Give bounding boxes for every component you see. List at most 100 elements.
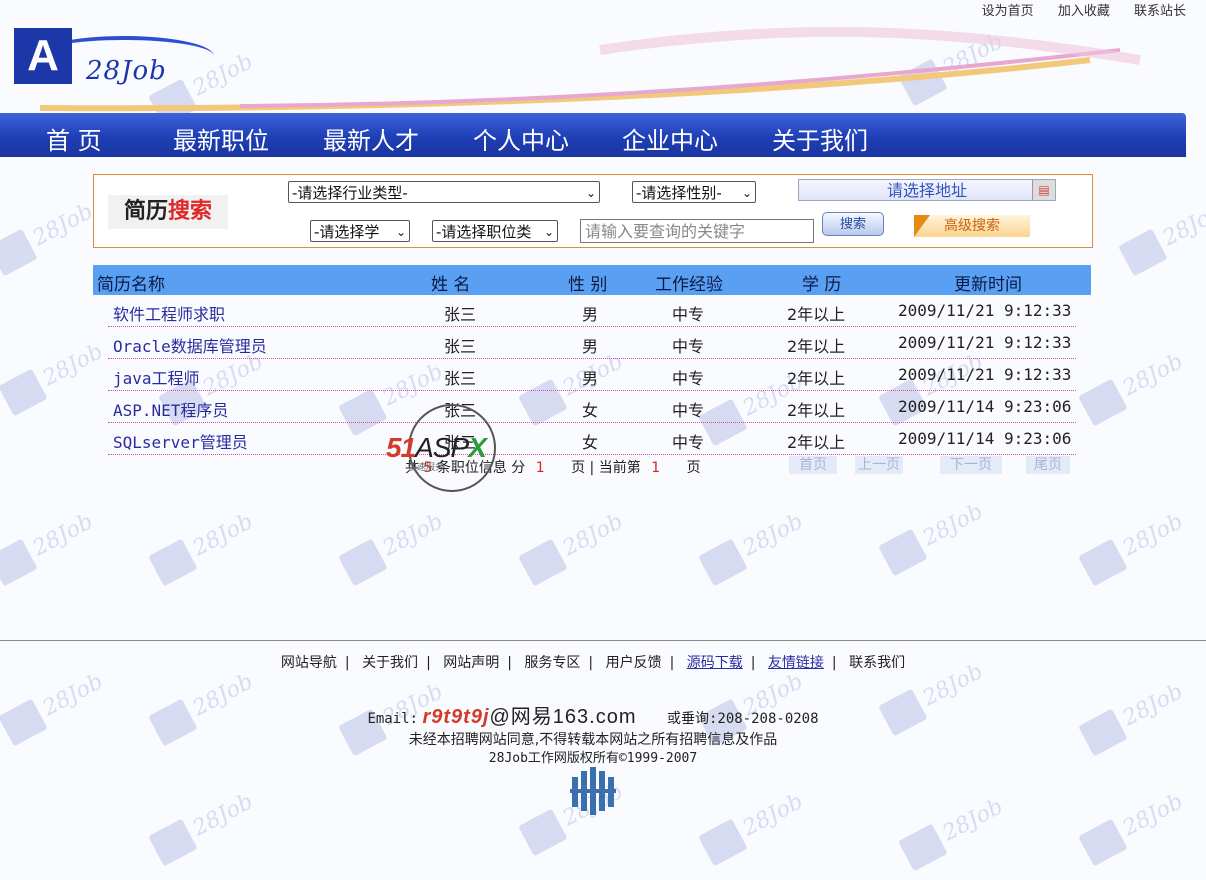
footer-nav: 网站导航 | 关于我们 | 网站声明 | 服务专区 | 用户反馈 | 源码下载 | 友情链接… bbox=[280, 655, 906, 671]
watermark-a-icon bbox=[518, 808, 568, 857]
keyword-input-placeholder: 请输入要查询的关键字 bbox=[585, 222, 746, 241]
cell-gender: 男 bbox=[582, 305, 599, 324]
watermark-logo: 28Job bbox=[1075, 495, 1204, 595]
footer-contact-line: Email: r9t9t9j@网易163.com 或垂询:208-208-020… bbox=[0, 700, 1186, 729]
watermark-text: 28Job bbox=[188, 789, 258, 842]
footer-link-service[interactable]: 服务专区 bbox=[524, 655, 580, 671]
search-title: 简历搜索 bbox=[108, 195, 228, 229]
chevron-down-icon: ⌄ bbox=[741, 186, 752, 200]
pager-prev-button[interactable]: 上一页 bbox=[855, 456, 903, 474]
cell-title[interactable]: Oracle数据库管理员 bbox=[113, 333, 267, 357]
nav-latest-jobs[interactable]: 最新职位 bbox=[173, 121, 269, 156]
cell-gender: 女 bbox=[582, 433, 599, 452]
watermark-logo: 28Job bbox=[695, 775, 824, 875]
pager-suffix: 页 bbox=[686, 460, 701, 476]
search-title-part1: 简历 bbox=[123, 199, 168, 224]
set-homepage-link[interactable]: 设为首页 bbox=[982, 4, 1034, 19]
email-domain: @网易163.com bbox=[489, 706, 637, 728]
watermark-text: 28Job bbox=[1118, 789, 1188, 842]
footer-link-statement[interactable]: 网站声明 bbox=[443, 655, 499, 671]
pager-mid2: 页 | 当前第 bbox=[571, 460, 641, 476]
watermark-logo: 28Job bbox=[1115, 185, 1206, 285]
cell-education: 2年以上 bbox=[787, 433, 846, 452]
footer-notice: 未经本招聘网站同意,不得转载本网站之所有招聘信息及作品 bbox=[408, 732, 778, 748]
nav-company-center[interactable]: 企业中心 bbox=[622, 121, 718, 156]
cell-title[interactable]: 软件工程师求职 bbox=[113, 301, 225, 325]
cell-updated: 2009/11/21 9:12:33 bbox=[898, 333, 1072, 352]
stamp-gray: ASP bbox=[415, 432, 469, 463]
footer-copyright: 28Job工作网版权所有©1999-2007 bbox=[488, 751, 698, 766]
education-select[interactable]: -请选择学 ⌄ bbox=[310, 220, 410, 242]
pager-first-button[interactable]: 首页 bbox=[789, 456, 837, 474]
contact-webmaster-link[interactable]: 联系站长 bbox=[1134, 4, 1186, 19]
watermark-logo: 28Job bbox=[895, 780, 1024, 880]
search-button-label: 搜索 bbox=[839, 217, 866, 232]
watermark-a-icon bbox=[898, 823, 948, 872]
table-row: Oracle数据库管理员 张三 男 中专 2年以上 2009/11/21 9:12:33 bbox=[108, 327, 1076, 359]
nav-personal-center[interactable]: 个人中心 bbox=[473, 121, 569, 156]
watermark-logo: 28Job bbox=[895, 15, 1024, 115]
cell-updated: 2009/11/14 9:23:06 bbox=[898, 397, 1072, 416]
advanced-search-button[interactable]: 高级搜索 bbox=[914, 215, 1030, 237]
watermark-a-icon bbox=[1078, 538, 1128, 587]
col-header-updated: 更新时间 bbox=[954, 275, 1022, 295]
watermark-text: 28Job bbox=[28, 509, 98, 562]
search-button[interactable]: 搜索 bbox=[822, 212, 884, 236]
footer-link-site-nav[interactable]: 网站导航 bbox=[281, 655, 337, 671]
watermark-a-icon bbox=[898, 58, 948, 107]
address-picker[interactable]: 请选择地址 ▤ bbox=[798, 179, 1056, 201]
education-select-value: -请选择学 bbox=[314, 223, 380, 241]
address-picker-label: 请选择地址 bbox=[886, 181, 967, 200]
watermark-logo: 28Job bbox=[515, 495, 644, 595]
footer-link-friend-links[interactable]: 友情链接 bbox=[768, 655, 824, 671]
cell-title[interactable]: SQLserver管理员 bbox=[113, 429, 248, 453]
site-logo[interactable]: A 28Job bbox=[14, 28, 214, 92]
pager-pages: 1 bbox=[535, 460, 545, 476]
main-nav: 首 页 最新职位 最新人才 个人中心 企业中心 关于我们 bbox=[0, 113, 1186, 157]
footer-link-about[interactable]: 关于我们 bbox=[362, 655, 418, 671]
cell-name: 张三 bbox=[444, 305, 477, 324]
watermark-text: 28Job bbox=[738, 789, 808, 842]
position-select-value: -请选择职位类 bbox=[436, 223, 532, 241]
cell-gender: 女 bbox=[582, 401, 599, 420]
chevron-down-icon: ⌄ bbox=[395, 225, 406, 239]
keyword-input[interactable]: 请输入要查询的关键字 bbox=[580, 219, 814, 243]
position-select[interactable]: -请选择职位类 ⌄ bbox=[432, 220, 558, 242]
watermark-a-icon bbox=[0, 368, 48, 417]
stamp-green: X bbox=[468, 432, 487, 463]
search-title-part2: 搜索 bbox=[168, 199, 213, 224]
flag-icon bbox=[914, 215, 930, 237]
cell-gender: 男 bbox=[582, 369, 599, 388]
table-row: 软件工程师求职 张三 男 中专 2年以上 2009/11/21 9:12:33 bbox=[108, 295, 1076, 327]
nav-about-us[interactable]: 关于我们 bbox=[772, 121, 868, 156]
watermark-logo: 28Job bbox=[145, 495, 274, 595]
col-header-gender: 性 别 bbox=[568, 275, 608, 295]
51aspx-stamp-logo: 51ASPX 快速服务 bbox=[386, 402, 512, 496]
industry-select-value: -请选择行业类型- bbox=[292, 184, 408, 202]
footer-link-feedback[interactable]: 用户反馈 bbox=[606, 655, 662, 671]
footer-link-contact[interactable]: 联系我们 bbox=[849, 655, 905, 671]
gender-select[interactable]: -请选择性别- ⌄ bbox=[632, 181, 756, 203]
watermark-text: 28Job bbox=[188, 509, 258, 562]
footer-link-source-download[interactable]: 源码下载 bbox=[687, 655, 743, 671]
add-favorite-link[interactable]: 加入收藏 bbox=[1058, 4, 1110, 19]
cell-updated: 2009/11/21 9:12:33 bbox=[898, 365, 1072, 384]
cell-title[interactable]: ASP.NET程序员 bbox=[113, 397, 228, 421]
nav-latest-talent[interactable]: 最新人才 bbox=[323, 121, 419, 156]
logo-letter: A bbox=[14, 28, 72, 84]
col-header-name: 姓 名 bbox=[431, 275, 471, 295]
table-row: ASP.NET程序员 张三女中专 2年以上 2009/11/14 9:23:06 bbox=[108, 391, 1076, 423]
pager-last-button[interactable]: 尾页 bbox=[1026, 456, 1070, 474]
resume-search-panel: 简历搜索 -请选择行业类型- ⌄ -请选择性别- ⌄ 请选择地址 ▤ -请选择学 ⌄ … bbox=[93, 174, 1093, 248]
watermark-logo: 28Job bbox=[695, 495, 824, 595]
watermark-logo: 28Job bbox=[335, 495, 464, 595]
nav-home[interactable]: 首 页 bbox=[46, 121, 102, 156]
email-image: r9t9t9j@网易163.com bbox=[422, 706, 636, 728]
industry-select[interactable]: -请选择行业类型- ⌄ bbox=[288, 181, 600, 203]
pager-next-button[interactable]: 下一页 bbox=[940, 456, 1002, 474]
footer-divider bbox=[0, 640, 1206, 641]
watermark-logo: 28Job bbox=[875, 485, 1004, 585]
cell-title[interactable]: java工程师 bbox=[113, 365, 200, 389]
watermark-a-icon bbox=[1118, 228, 1168, 277]
logo-text: 28Job bbox=[86, 56, 167, 86]
